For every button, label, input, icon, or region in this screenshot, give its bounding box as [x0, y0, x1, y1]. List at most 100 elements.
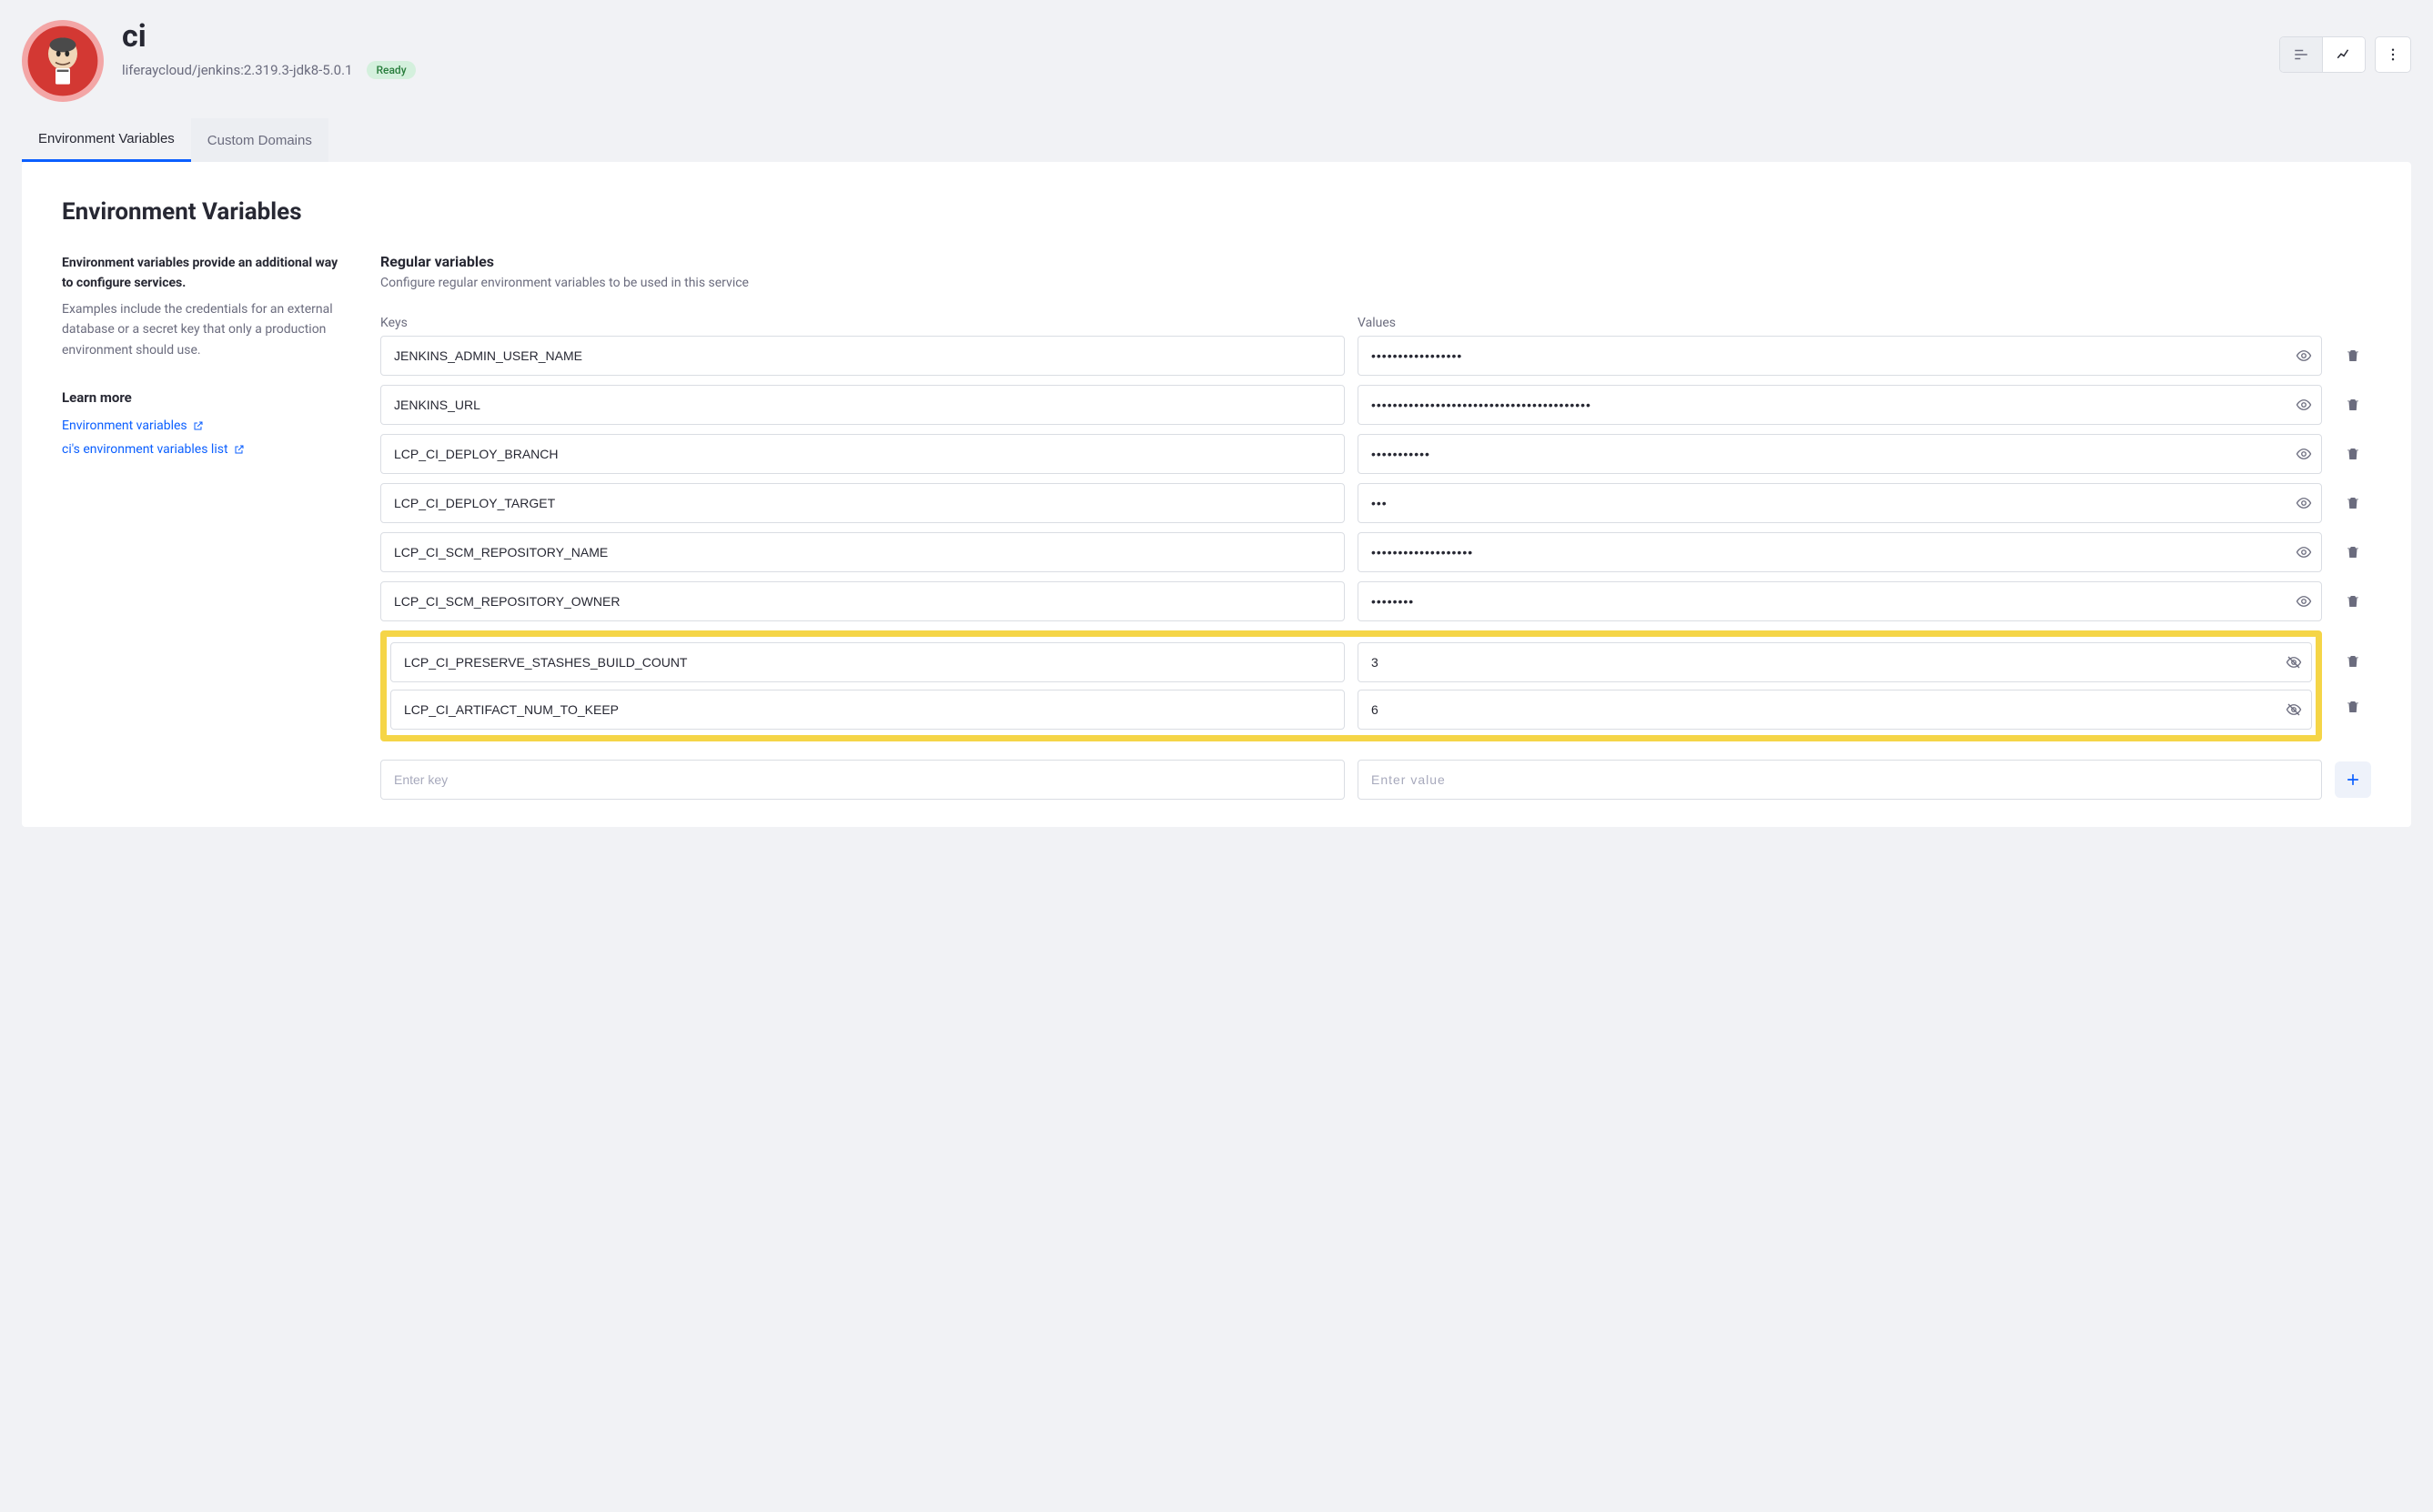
value-input[interactable] — [1371, 655, 2298, 670]
toggle-visibility-button[interactable] — [2296, 446, 2312, 462]
view-toggle — [2279, 36, 2366, 73]
value-input[interactable] — [1371, 772, 2308, 787]
trash-icon — [2345, 446, 2361, 462]
link-ci-env-list[interactable]: ci's environment variables list — [62, 442, 344, 457]
key-input[interactable] — [394, 398, 1331, 412]
header-actions — [2279, 36, 2411, 73]
section-title: Regular variables — [380, 253, 2371, 270]
status-badge: Ready — [367, 61, 415, 79]
col-keys: Keys — [380, 316, 1345, 330]
key-input[interactable] — [404, 702, 1331, 717]
delete-row-button[interactable] — [2335, 485, 2371, 521]
external-link-icon — [193, 420, 204, 431]
plus-icon — [2344, 771, 2362, 789]
value-field — [1358, 581, 2322, 621]
col-values: Values — [1358, 316, 2322, 330]
key-input[interactable] — [394, 772, 1331, 787]
chart-view-button[interactable] — [2323, 37, 2365, 72]
more-menu-button[interactable] — [2375, 36, 2411, 73]
toggle-visibility-button[interactable] — [2296, 544, 2312, 560]
intro-rest: Examples include the credentials for an … — [62, 299, 344, 360]
value-field — [1358, 532, 2322, 572]
value-field — [1358, 434, 2322, 474]
key-input[interactable] — [394, 447, 1331, 461]
delete-row-button[interactable] — [2335, 583, 2371, 620]
value-field — [1358, 642, 2312, 682]
tab-env-variables[interactable]: Environment Variables — [22, 118, 191, 162]
panel-title: Environment Variables — [62, 198, 2371, 226]
variable-row — [380, 483, 2371, 523]
value-input[interactable] — [1371, 545, 2308, 559]
key-field — [380, 532, 1345, 572]
key-field — [380, 336, 1345, 376]
eye-icon — [2296, 495, 2312, 511]
variable-row — [380, 581, 2371, 621]
value-input[interactable] — [1371, 398, 2308, 412]
key-input[interactable] — [394, 348, 1331, 363]
link-label: ci's environment variables list — [62, 442, 228, 457]
value-input[interactable] — [1371, 594, 2308, 609]
link-label: Environment variables — [62, 418, 187, 433]
trash-icon — [2345, 397, 2361, 413]
new-value-field — [1358, 760, 2322, 800]
key-input[interactable] — [394, 545, 1331, 559]
new-key-field — [380, 760, 1345, 800]
eye-icon — [2296, 544, 2312, 560]
section-desc: Configure regular environment variables … — [380, 276, 2371, 290]
value-input[interactable] — [1371, 496, 2308, 510]
toggle-visibility-button[interactable] — [2296, 397, 2312, 413]
variable-row — [380, 336, 2371, 376]
page-title: ci — [122, 20, 2261, 54]
variable-row — [380, 385, 2371, 425]
jenkins-icon — [26, 25, 99, 97]
key-field — [390, 642, 1345, 682]
delete-row-button[interactable] — [2335, 436, 2371, 472]
trash-icon — [2345, 495, 2361, 511]
toggle-visibility-button[interactable] — [2296, 593, 2312, 610]
key-input[interactable] — [394, 594, 1331, 609]
value-input[interactable] — [1371, 702, 2298, 717]
panel-sidebar: Environment variables provide an additio… — [62, 253, 344, 809]
toggle-visibility-button[interactable] — [2286, 701, 2302, 718]
toggle-visibility-button[interactable] — [2296, 348, 2312, 364]
key-field — [380, 385, 1345, 425]
key-input[interactable] — [404, 655, 1331, 670]
trash-icon — [2345, 653, 2361, 670]
value-field — [1358, 483, 2322, 523]
variable-row — [390, 690, 2312, 730]
tab-custom-domains[interactable]: Custom Domains — [191, 118, 328, 162]
delete-row-button[interactable] — [2335, 643, 2371, 680]
tabs-nav: Environment Variables Custom Domains — [22, 118, 2411, 162]
toggle-visibility-button[interactable] — [2296, 495, 2312, 511]
trash-icon — [2345, 699, 2361, 715]
page-subtitle: liferaycloud/jenkins:2.319.3-jdk8-5.0.1 — [122, 62, 352, 78]
eye-icon — [2296, 446, 2312, 462]
key-field — [390, 690, 1345, 730]
key-field — [380, 581, 1345, 621]
value-input[interactable] — [1371, 348, 2308, 363]
panel-main: Regular variables Configure regular envi… — [380, 253, 2371, 809]
key-input[interactable] — [394, 496, 1331, 510]
add-row-button[interactable] — [2335, 761, 2371, 798]
key-field — [380, 483, 1345, 523]
external-link-icon — [234, 444, 245, 455]
env-panel: Environment Variables Environment variab… — [22, 162, 2411, 827]
delete-row-button[interactable] — [2335, 338, 2371, 374]
value-field — [1358, 385, 2322, 425]
variable-row — [380, 434, 2371, 474]
chart-line-icon — [2336, 46, 2352, 63]
list-view-button[interactable] — [2280, 37, 2323, 72]
list-lines-icon — [2293, 46, 2309, 63]
delete-row-button[interactable] — [2335, 689, 2371, 725]
value-input[interactable] — [1371, 447, 2308, 461]
value-field — [1358, 336, 2322, 376]
delete-row-button[interactable] — [2335, 534, 2371, 570]
delete-row-button[interactable] — [2335, 387, 2371, 423]
link-env-variables[interactable]: Environment variables — [62, 418, 344, 433]
page-header: ci liferaycloud/jenkins:2.319.3-jdk8-5.0… — [22, 20, 2411, 102]
eye-icon — [2296, 348, 2312, 364]
trash-icon — [2345, 544, 2361, 560]
toggle-visibility-button[interactable] — [2286, 654, 2302, 670]
service-avatar — [22, 20, 104, 102]
eye-icon — [2296, 397, 2312, 413]
